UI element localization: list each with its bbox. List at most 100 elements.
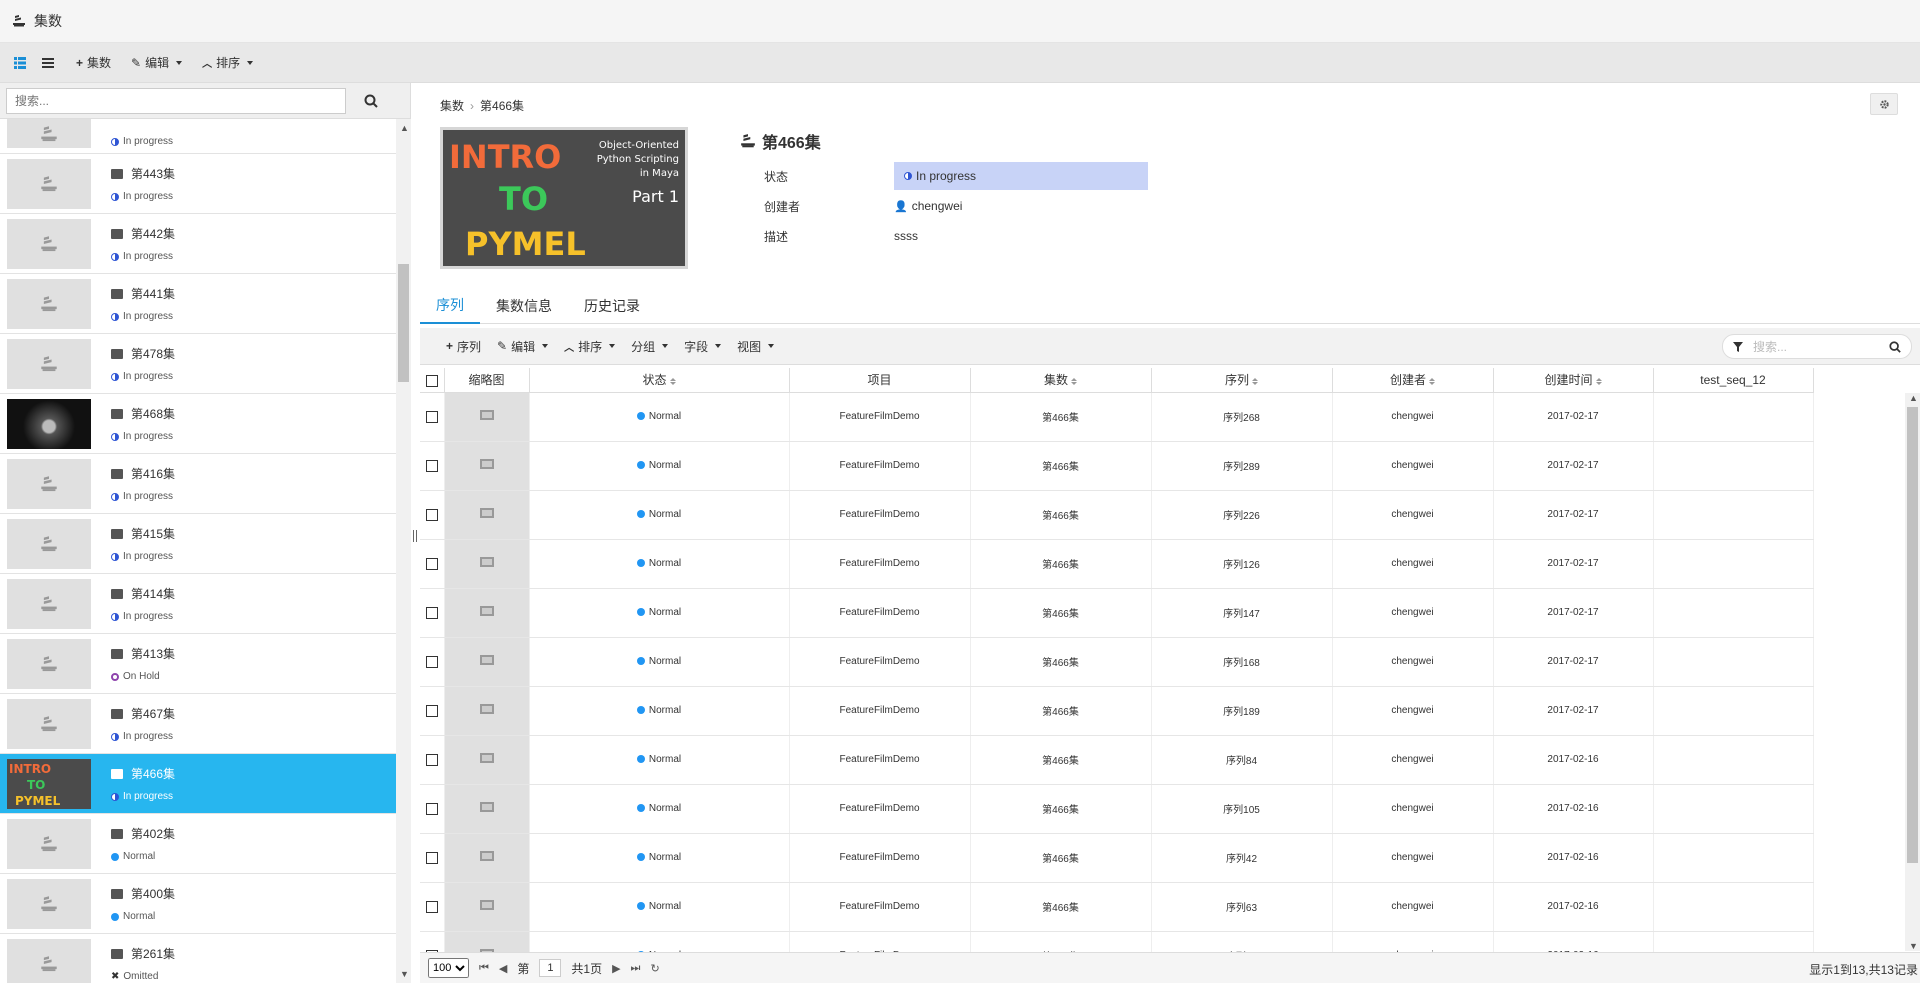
refresh-icon[interactable]: ↻ <box>650 962 659 975</box>
table-row[interactable]: Normal FeatureFilmDemo 第466集 序列105 chengwei 2… <box>420 784 1814 834</box>
list-item[interactable]: 第415集 In progress <box>0 514 396 574</box>
list-item[interactable]: 第261集 ✖ Omitted <box>0 934 396 983</box>
row-checkbox[interactable] <box>425 459 438 472</box>
description-value[interactable]: ssss <box>894 229 918 243</box>
row-checkbox[interactable] <box>425 606 438 619</box>
tab-history[interactable]: 历史记录 <box>568 288 656 324</box>
list-item[interactable]: 第478集 In progress <box>0 334 396 394</box>
row-checkbox[interactable] <box>425 655 438 668</box>
list-item[interactable]: 第468集 In progress <box>0 394 396 454</box>
scroll-up-icon[interactable]: ▲ <box>400 123 409 133</box>
select-all-cell[interactable] <box>420 368 445 393</box>
breadcrumb-root[interactable]: 集数 <box>440 97 464 114</box>
list-item[interactable]: 第467集 In progress <box>0 694 396 754</box>
row-checkbox[interactable] <box>425 900 438 913</box>
next-page-icon[interactable]: ▶ <box>612 962 620 975</box>
edit-button[interactable]: ✎ 编辑 <box>123 51 190 75</box>
page-size-select[interactable]: 100 <box>428 958 469 978</box>
list-item[interactable]: 第414集 In progress <box>0 574 396 634</box>
search-button[interactable] <box>346 88 396 114</box>
last-page-icon[interactable]: ⏭ <box>631 962 641 975</box>
table-row[interactable]: Normal FeatureFilmDemo 第466集 序列42 chengwei 20… <box>420 833 1814 883</box>
row-checkbox[interactable] <box>425 802 438 815</box>
table-row[interactable]: Normal FeatureFilmDemo 第466集 序列147 chengwei 2… <box>420 588 1814 638</box>
list-item[interactable]: 第416集 In progress <box>0 454 396 514</box>
tab-sequences[interactable]: 序列 <box>420 288 480 324</box>
select-all-checkbox[interactable] <box>425 374 438 387</box>
row-select-cell[interactable] <box>420 833 445 883</box>
fields-button[interactable]: 字段 <box>678 334 727 358</box>
header-sequence[interactable]: 序列 <box>1151 368 1333 393</box>
table-row[interactable]: Normal FeatureFilmDemo 第466集 序列268 chengwei 2… <box>420 392 1814 442</box>
table-row[interactable]: Normal FeatureFilmDemo 第466集 序列63 chengwei 20… <box>420 882 1814 932</box>
scroll-down-icon[interactable]: ▼ <box>1909 941 1918 951</box>
row-select-cell[interactable] <box>420 882 445 932</box>
scroll-up-icon[interactable]: ▲ <box>1909 393 1918 403</box>
row-select-cell[interactable] <box>420 637 445 687</box>
add-sequence-button[interactable]: + 序列 <box>440 334 487 358</box>
row-select-cell[interactable] <box>420 441 445 491</box>
table-row[interactable]: Normal FeatureFilmDemo 第466集 序列189 chengwei 2… <box>420 686 1814 736</box>
first-page-icon[interactable]: ⏮ <box>479 962 489 975</box>
settings-button[interactable] <box>1870 93 1898 115</box>
grid-scrollbar[interactable]: ▲ ▼ <box>1905 393 1920 951</box>
table-row[interactable]: Normal FeatureFilmDemo 第466集 序列126 chengwei 2… <box>420 539 1814 589</box>
grid-sort-button[interactable]: ︿ 排序 <box>558 334 621 358</box>
row-checkbox[interactable] <box>425 410 438 423</box>
row-select-cell[interactable] <box>420 735 445 785</box>
grid-view-icon[interactable] <box>12 55 28 71</box>
sort-button[interactable]: ︿ 排序 <box>194 51 261 75</box>
table-row[interactable]: Normal FeatureFilmDemo 第466集 序列226 chengwei 2… <box>420 490 1814 540</box>
page-number-input[interactable]: 1 <box>539 959 562 977</box>
grid-scrollbar-thumb[interactable] <box>1907 407 1918 863</box>
header-creator[interactable]: 创建者 <box>1332 368 1494 393</box>
header-status[interactable]: 状态 <box>529 368 790 393</box>
panel-splitter[interactable] <box>413 530 417 542</box>
grid-search-input[interactable]: 搜索... <box>1722 334 1912 359</box>
header-episode[interactable]: 集数 <box>970 368 1152 393</box>
list-item[interactable]: 第442集 In progress <box>0 214 396 274</box>
row-select-cell[interactable] <box>420 539 445 589</box>
status-value[interactable]: In progress <box>894 162 1148 190</box>
row-checkbox[interactable] <box>425 704 438 717</box>
row-select-cell[interactable] <box>420 392 445 442</box>
list-view-icon[interactable] <box>40 55 56 71</box>
add-episode-button[interactable]: + 集数 <box>68 51 119 75</box>
header-test-seq[interactable]: test_seq_12 <box>1653 368 1814 393</box>
row-select-cell[interactable] <box>420 784 445 834</box>
episode-info: 第466集 In progress <box>111 765 175 802</box>
list-item[interactable]: 第402集 Normal <box>0 814 396 874</box>
header-thumbnail[interactable]: 缩略图 <box>444 368 530 393</box>
list-item[interactable]: INTRO TO PYMEL 第466集 In progress <box>0 754 396 814</box>
row-checkbox[interactable] <box>425 753 438 766</box>
row-select-cell[interactable] <box>420 490 445 540</box>
group-button[interactable]: 分组 <box>625 334 674 358</box>
prev-page-icon[interactable]: ◀ <box>499 962 507 975</box>
list-item[interactable]: 第413集 On Hold <box>0 634 396 694</box>
row-checkbox[interactable] <box>425 508 438 521</box>
scrollbar-thumb[interactable] <box>398 264 409 382</box>
tab-episode-info[interactable]: 集数信息 <box>480 288 568 324</box>
table-row[interactable]: Normal FeatureFilmDemo 第466集 序列84 chengwei 20… <box>420 735 1814 785</box>
search-icon[interactable] <box>1889 340 1901 353</box>
episode-name: 第466集 <box>131 767 176 781</box>
sidebar-scrollbar[interactable]: ▲ ▼ <box>396 119 411 983</box>
scroll-down-icon[interactable]: ▼ <box>400 969 409 979</box>
row-select-cell[interactable] <box>420 588 445 638</box>
header-project[interactable]: 项目 <box>789 368 971 393</box>
header-created[interactable]: 创建时间 <box>1493 368 1654 393</box>
list-item[interactable]: 第443集 In progress <box>0 154 396 214</box>
row-select-cell[interactable] <box>420 686 445 736</box>
row-select-cell[interactable] <box>420 931 445 953</box>
table-row[interactable]: Normal FeatureFilmDemo 第466集 序列289 chengwei 2… <box>420 441 1814 491</box>
table-row[interactable]: NormalFeatureFilmDemo第466集序列21chengwei20… <box>420 931 1814 953</box>
table-row[interactable]: Normal FeatureFilmDemo 第466集 序列168 chengwei 2… <box>420 637 1814 687</box>
list-item[interactable]: 第400集 Normal <box>0 874 396 934</box>
sidebar-search-input[interactable] <box>6 87 346 114</box>
row-checkbox[interactable] <box>425 851 438 864</box>
list-item[interactable]: In progress <box>0 119 396 154</box>
list-item[interactable]: 第441集 In progress <box>0 274 396 334</box>
row-checkbox[interactable] <box>425 557 438 570</box>
view-button[interactable]: 视图 <box>731 334 780 358</box>
grid-edit-button[interactable]: ✎ 编辑 <box>491 334 554 358</box>
